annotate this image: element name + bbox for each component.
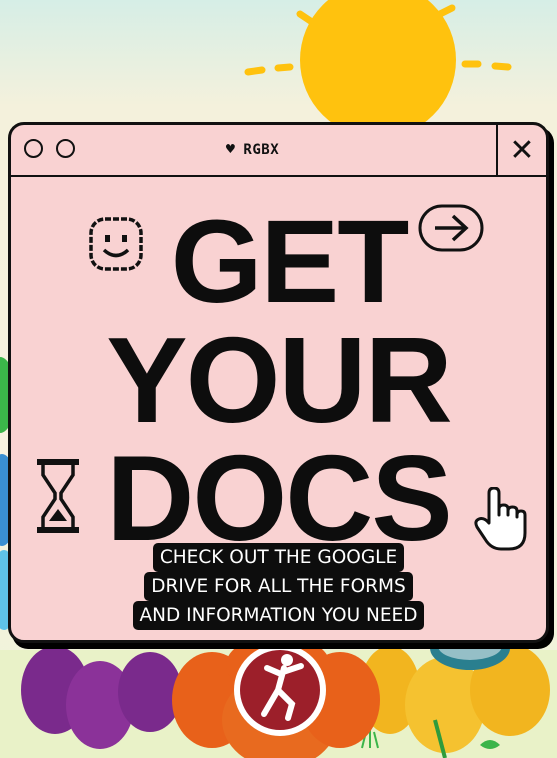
close-button[interactable]: ✕ (496, 125, 546, 175)
caption-line-1: CHECK OUT THE GOOGLE (152, 543, 405, 572)
headline-docs: DOCS (106, 430, 452, 566)
title-bar: ♥ RGBX ✕ (11, 125, 546, 177)
arrow-right-icon[interactable] (417, 203, 485, 253)
headline-get: GET (170, 196, 410, 328)
caption-line-2: DRIVE FOR ALL THE FORMS (144, 572, 413, 601)
smiley-icon (89, 217, 143, 271)
browser-window: ♥ RGBX ✕ GET YOUR DOCS CHECK OUT THE GOO… (8, 122, 549, 643)
caption: CHECK OUT THE GOOGLE DRIVE FOR ALL THE F… (11, 543, 546, 630)
headline-your: YOUR (106, 312, 452, 448)
sun-icon (244, 0, 512, 138)
window-title: ♥ RGBX (11, 140, 494, 158)
slide-canvas: ♥ RGBX ✕ GET YOUR DOCS CHECK OUT THE GOO… (0, 0, 557, 758)
heart-icon: ♥ (225, 140, 236, 158)
brand-label: RGBX (243, 142, 280, 158)
close-icon: ✕ (509, 132, 535, 168)
caption-line-3: AND INFORMATION YOU NEED (132, 601, 425, 630)
dancer-logo-icon (234, 644, 326, 736)
